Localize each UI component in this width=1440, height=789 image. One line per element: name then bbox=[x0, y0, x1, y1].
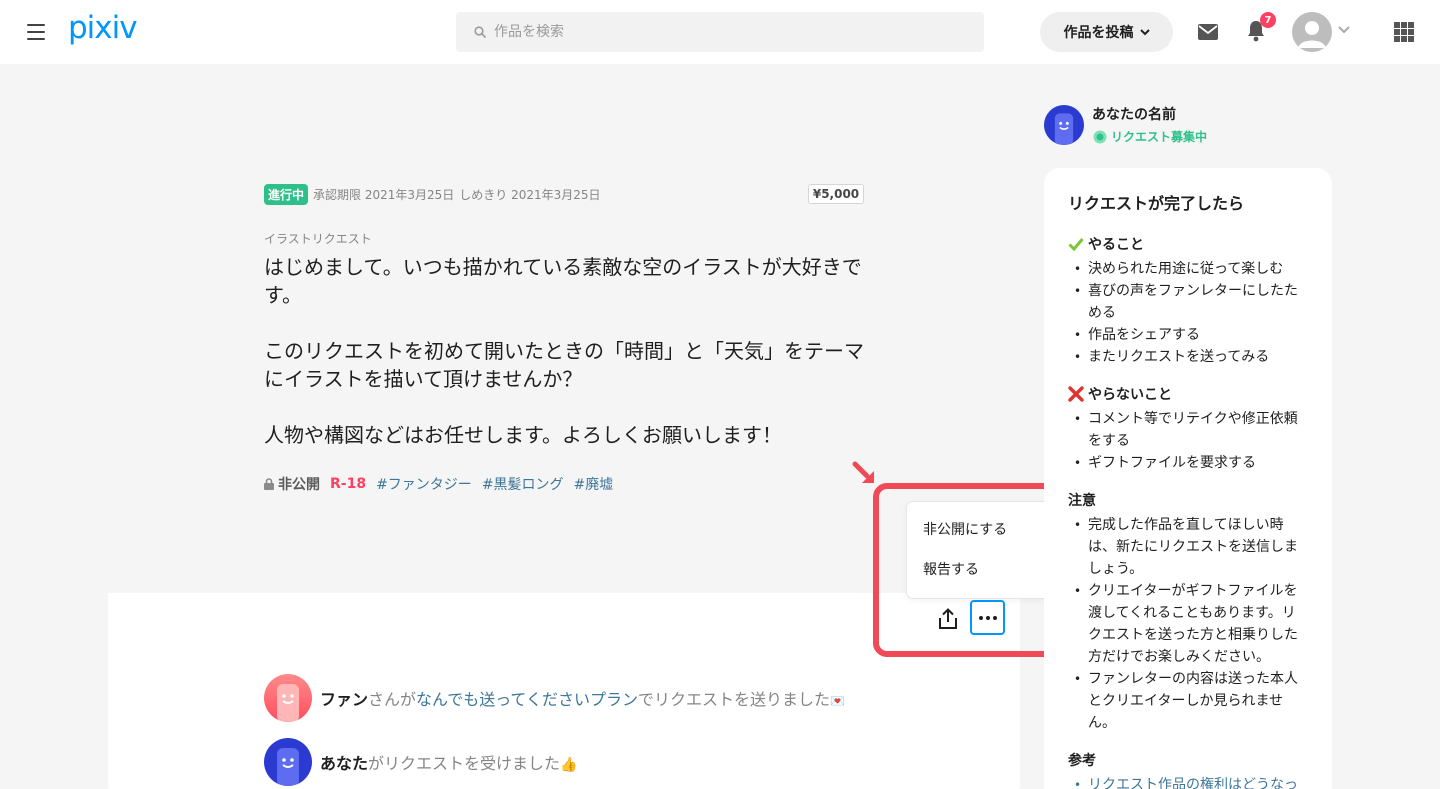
request-status-row: 進行中 承認期限 2021年3月25日 しめきり 2021年3月25日 bbox=[264, 184, 601, 205]
you-avatar-icon bbox=[264, 738, 312, 786]
list-item: 作品をシェアする bbox=[1068, 324, 1308, 346]
letter-emoji-icon: 💌 bbox=[829, 694, 845, 708]
thumbs-up-emoji-icon: 👍 bbox=[560, 757, 578, 773]
chevron-down-icon[interactable] bbox=[1338, 26, 1350, 34]
reference-heading: 参考 bbox=[1068, 753, 1096, 769]
user-icon bbox=[1298, 21, 1326, 48]
dont-heading: やらないこと bbox=[1068, 384, 1308, 404]
request-open-status: リクエスト募集中 bbox=[1092, 128, 1207, 145]
creator-profile: あなたの名前 リクエスト募集中 bbox=[1044, 104, 1207, 145]
notification-badge: 7 bbox=[1260, 12, 1276, 28]
pixiv-logo[interactable]: pixiv bbox=[68, 10, 138, 46]
creator-avatar-icon bbox=[1044, 104, 1084, 145]
fan-avatar[interactable] bbox=[264, 674, 312, 722]
approval-deadline: 承認期限 2021年3月25日 bbox=[313, 188, 455, 202]
list-item: またリクエストを送ってみる bbox=[1068, 346, 1308, 368]
apps-icon[interactable] bbox=[1394, 22, 1414, 42]
dont-list: コメント等でリテイクや修正依頼をする ギフトファイルを要求する bbox=[1068, 408, 1308, 474]
activity-item-fan: ファンさんがなんでも送ってくださいプランでリクエストを送りました💌 bbox=[264, 674, 845, 722]
note-list: 完成した作品を直してほしい時は、新たにリクエストを送信しましょう。 クリエイター… bbox=[1068, 514, 1308, 734]
cross-icon bbox=[1068, 386, 1084, 402]
dont-title: やらないこと bbox=[1088, 387, 1172, 403]
activity-text: がリクエストを受けました bbox=[368, 754, 561, 773]
visibility-label: 非公開 bbox=[264, 474, 320, 494]
search-input[interactable] bbox=[494, 24, 974, 40]
list-item: コメント等でリテイクや修正依頼をする bbox=[1068, 408, 1308, 452]
list-item: ギフトファイルを要求する bbox=[1068, 452, 1308, 474]
request-open-text: リクエスト募集中 bbox=[1111, 130, 1208, 144]
do-section: やること 決められた用途に従って楽しむ 喜びの声をファンレターにしたためる 作品… bbox=[1068, 234, 1308, 368]
post-work-button[interactable]: 作品を投稿 bbox=[1040, 12, 1173, 52]
list-item: 決められた用途に従って楽しむ bbox=[1068, 258, 1308, 280]
tag-list: 非公開 R-18 #ファンタジー #黒髪ロング #廃墟 bbox=[264, 474, 613, 494]
you-avatar[interactable] bbox=[264, 738, 312, 786]
activity-user-name[interactable]: あなた bbox=[320, 754, 368, 773]
activity-user-name[interactable]: ファン bbox=[320, 690, 368, 709]
guide-title: リクエストが完了したら bbox=[1068, 194, 1245, 213]
due-date: しめきり 2021年3月25日 bbox=[459, 188, 601, 202]
post-work-label: 作品を投稿 bbox=[1063, 25, 1134, 41]
price-badge: ¥5,000 bbox=[808, 184, 864, 204]
check-icon bbox=[1068, 238, 1084, 251]
list-item: ファンレターの内容は送った本人とクリエイターしか見られません。 bbox=[1068, 668, 1308, 734]
tag-ruins[interactable]: #廃墟 bbox=[574, 474, 614, 494]
user-avatar[interactable] bbox=[1292, 12, 1332, 52]
note-heading: 注意 bbox=[1068, 493, 1096, 509]
creator-name[interactable]: あなたの名前 bbox=[1092, 104, 1207, 124]
tag-black-hair[interactable]: #黒髪ロング bbox=[482, 474, 564, 494]
search-bar[interactable] bbox=[456, 12, 984, 52]
plan-link[interactable]: なんでも送ってくださいプラン bbox=[416, 690, 638, 709]
dont-section: やらないこと コメント等でリテイクや修正依頼をする ギフトファイルを要求する bbox=[1068, 384, 1308, 474]
activity-text: さんが bbox=[368, 690, 417, 709]
reference-link[interactable]: リクエスト作品の権利はどうなっ bbox=[1068, 774, 1308, 789]
annotation-arrow-icon bbox=[852, 461, 874, 483]
list-item: 喜びの声をファンレターにしたためる bbox=[1068, 280, 1308, 324]
do-title: やること bbox=[1088, 237, 1144, 253]
do-heading: やること bbox=[1068, 234, 1308, 254]
activity-item-you: あなたがリクエストを受けました👍 bbox=[264, 738, 577, 786]
request-body: はじめまして。いつも描かれている素敵な空のイラストが大好きです。 このリクエスト… bbox=[264, 255, 864, 447]
reference-section: 参考 リクエスト作品の権利はどうなっ bbox=[1068, 750, 1308, 789]
tag-fantasy[interactable]: #ファンタジー bbox=[376, 474, 472, 494]
list-item: 完成した作品を直してほしい時は、新たにリクエストを送信しましょう。 bbox=[1068, 514, 1308, 580]
creator-avatar[interactable] bbox=[1044, 104, 1084, 145]
visibility-text: 非公開 bbox=[278, 477, 320, 493]
do-list: 決められた用途に従って楽しむ 喜びの声をファンレターにしたためる 作品をシェアす… bbox=[1068, 258, 1308, 368]
rating-tag[interactable]: R-18 bbox=[330, 476, 366, 492]
request-type: イラストリクエスト bbox=[264, 232, 372, 246]
status-badge: 進行中 bbox=[264, 184, 309, 205]
header: pixiv 作品を投稿 7 bbox=[0, 0, 1440, 64]
mail-icon[interactable] bbox=[1198, 24, 1218, 40]
list-item: クリエイターがギフトファイルを渡してくれることもあります。リクエストを送った方と… bbox=[1068, 580, 1308, 668]
fan-avatar-icon bbox=[264, 674, 312, 722]
menu-icon[interactable] bbox=[27, 24, 45, 40]
activity-text: でリクエストを送りました bbox=[637, 690, 830, 709]
reference-list: リクエスト作品の権利はどうなっ bbox=[1068, 774, 1308, 789]
lock-icon bbox=[264, 478, 274, 490]
guide-panel: リクエストが完了したら やること 決められた用途に従って楽しむ 喜びの声をファン… bbox=[1044, 168, 1332, 789]
speech-bubble-icon bbox=[1093, 130, 1107, 143]
note-section: 注意 完成した作品を直してほしい時は、新たにリクエストを送信しましょう。 クリエ… bbox=[1068, 490, 1308, 734]
chevron-down-icon bbox=[1139, 28, 1150, 35]
search-icon bbox=[474, 26, 486, 38]
